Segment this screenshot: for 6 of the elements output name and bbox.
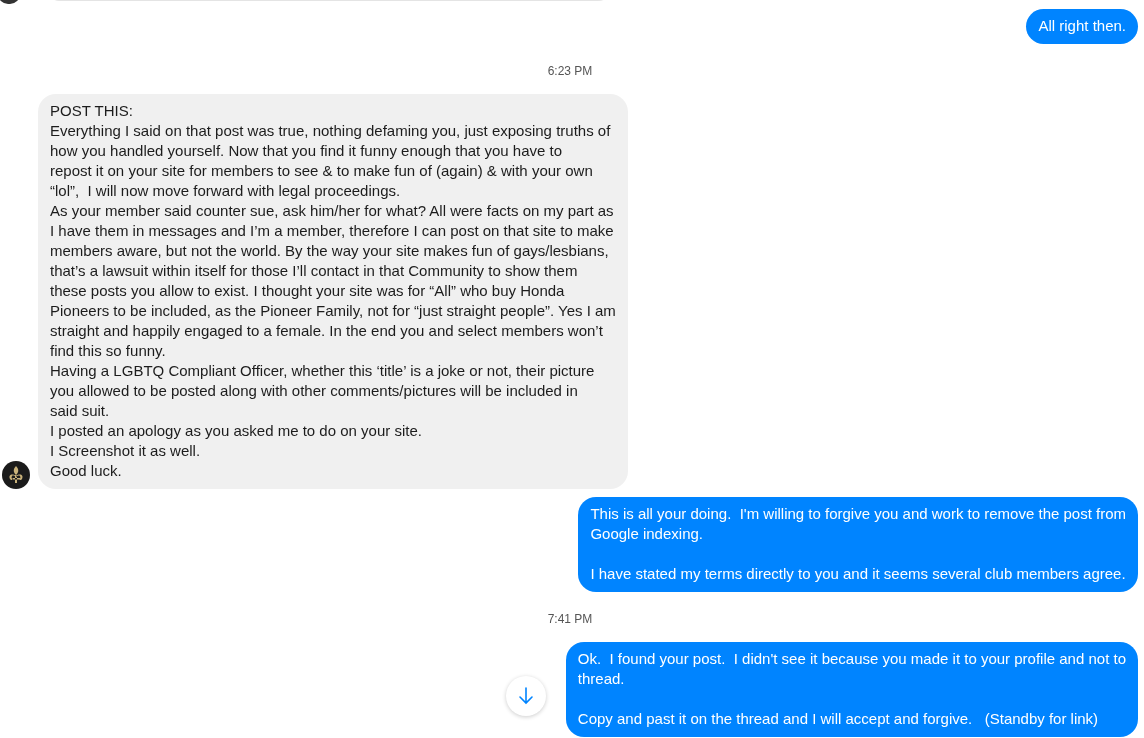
message-bubble: Ok. I found your post. I didn't see it because you made it to your profile and not to thread. Copy and past it on the thread and I will accept and forgive. (Standby for link)	[565, 642, 1138, 737]
message-bubble: POST THIS: Everything I said on that post was true, nothing defaming you, just exposing truths of how you handled yourself. Now that you find it funny enough that you have to repost it on your site for members to see & to make fun of (again) & with your own “lol”, I will now move forward with legal proceedings. As your member said counter sue, ask him/her for what? All were facts on my part as I have them in messages and I’m a member, therefore I can post on that site to make members aware, but not the world. By the way your site makes fun of gays/lesbians, that’s a lawsuit within itself for those I’ll contact in that Community to show them these posts you allow to exist. I thought your site was for “All” who buy Honda Pioneers to be included, as the Pioneer Family, not for “just straight people”. Yes I am straight and happily engaged to a female. In the end you and select members won’t find this so funny. Having a LGBTQ Compliant Officer, whether this ‘title’ is a joke or not, their picture you allowed to be posted along with other comments/pictures will be included in said suit. I posted an apology as you asked me to do on your site. I Screenshot it as well. Good luck.	[38, 94, 628, 489]
timestamp: 6:23 PM	[547, 64, 593, 78]
message-bubble: This is all your doing. I'm willing to forgive you and work to remove the post from Google indexing. I have stated my terms directly to you and it seems several club members agree.	[578, 497, 1138, 592]
message-bubble: All right then.	[1026, 9, 1138, 44]
timestamp: 7:41 PM	[547, 612, 593, 626]
